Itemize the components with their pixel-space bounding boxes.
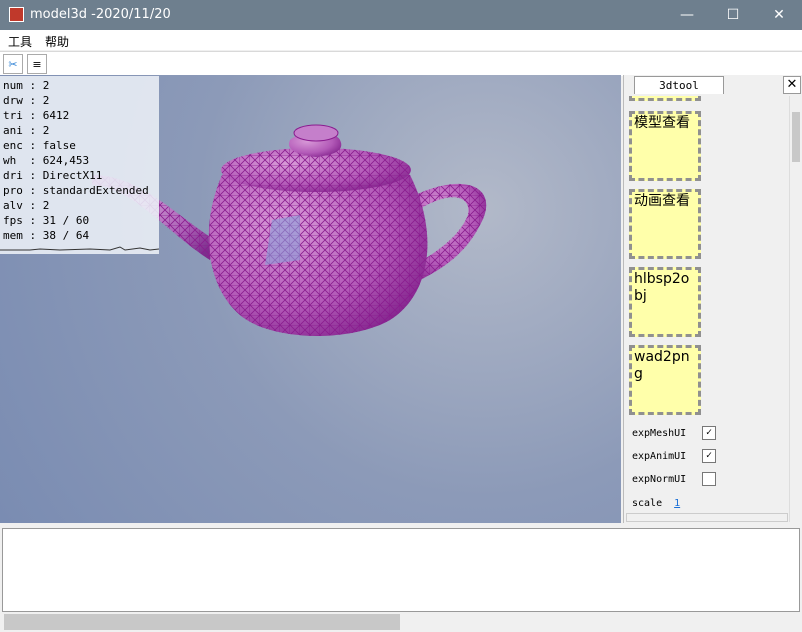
window-title: model3d -2020/11/20: [30, 7, 171, 22]
tab-3dtool[interactable]: 3dtool: [634, 76, 724, 94]
console-output[interactable]: [2, 528, 800, 612]
cut-tool-button[interactable]: ✂: [3, 54, 23, 74]
list-tool-button[interactable]: ≡: [27, 54, 47, 74]
exp-norm-ui-checkbox[interactable]: [702, 472, 716, 486]
tool-card-partial: [629, 96, 701, 101]
opt-exp-anim-ui: expAnimUI ✓: [632, 449, 716, 463]
close-button[interactable]: ✕: [756, 0, 802, 30]
menu-tools[interactable]: 工具: [8, 33, 32, 50]
scroll-thumb[interactable]: [792, 112, 800, 162]
exp-anim-ui-checkbox[interactable]: ✓: [702, 449, 716, 463]
bottom-scroll-thumb[interactable]: [4, 614, 400, 630]
teapot-lid: [221, 124, 411, 192]
toolbar: ✂ ≡: [0, 51, 802, 76]
panel-close-button[interactable]: ✕: [783, 76, 801, 94]
stat-drw: drw : 2: [3, 94, 50, 107]
bottom-scrollbar[interactable]: [0, 612, 802, 632]
menu-help[interactable]: 帮助: [45, 33, 69, 50]
menu-bar: 工具 帮助: [0, 30, 802, 50]
stat-pro: pro : standardExtended: [3, 184, 149, 197]
model-view-card[interactable]: 模型查看: [629, 111, 701, 181]
maximize-button[interactable]: ☐: [710, 0, 756, 30]
app-icon: [9, 7, 24, 22]
stat-mem: mem : 38 / 64: [3, 229, 90, 242]
exp-mesh-ui-checkbox[interactable]: ✓: [702, 426, 716, 440]
stats-overlay: num : 2 drw : 2 tri : 6412 ani : 2 enc :…: [0, 76, 159, 254]
minimize-button[interactable]: —: [664, 0, 710, 30]
scale-value-link[interactable]: 1: [674, 498, 680, 509]
scissors-icon: ✂: [8, 57, 18, 71]
anim-view-card[interactable]: 动画查看: [629, 189, 701, 259]
stat-dri: dri : DirectX11: [3, 169, 103, 182]
list-icon: ≡: [32, 57, 42, 71]
panel-vertical-scrollbar[interactable]: [789, 96, 802, 522]
stat-enc: enc : false: [3, 139, 76, 152]
panel-horizontal-scrollbar[interactable]: [626, 513, 788, 522]
panel-body: 模型查看 动画查看 hlbsp2obj wad2png expMeshUI ✓ …: [626, 96, 790, 514]
stat-num: num : 2: [3, 79, 50, 92]
hlbsp2obj-card[interactable]: hlbsp2obj: [629, 267, 701, 337]
opt-label: expMeshUI: [632, 428, 687, 439]
stat-tri: tri : 6412: [3, 109, 70, 122]
tool-panel: 3dtool ✕ 模型查看 动画查看 hlbsp2obj wad2png exp…: [623, 75, 802, 523]
stat-ani: ani : 2: [3, 124, 50, 137]
stat-wh: wh : 624,453: [3, 154, 90, 167]
stat-alv: alv : 2: [3, 199, 50, 212]
wad2png-card[interactable]: wad2png: [629, 345, 701, 415]
opt-label: expAnimUI: [632, 451, 687, 462]
title-bar[interactable]: model3d -2020/11/20 — ☐ ✕: [0, 0, 802, 30]
scale-label: scale: [632, 498, 663, 509]
opt-exp-mesh-ui: expMeshUI ✓: [632, 426, 716, 440]
opt-label: expNormUI: [632, 474, 687, 485]
opt-exp-norm-ui: expNormUI: [632, 472, 716, 486]
scale-row: scale 1: [632, 498, 680, 509]
memory-sparkline: [0, 246, 159, 251]
stat-fps: fps : 31 / 60: [3, 214, 90, 227]
